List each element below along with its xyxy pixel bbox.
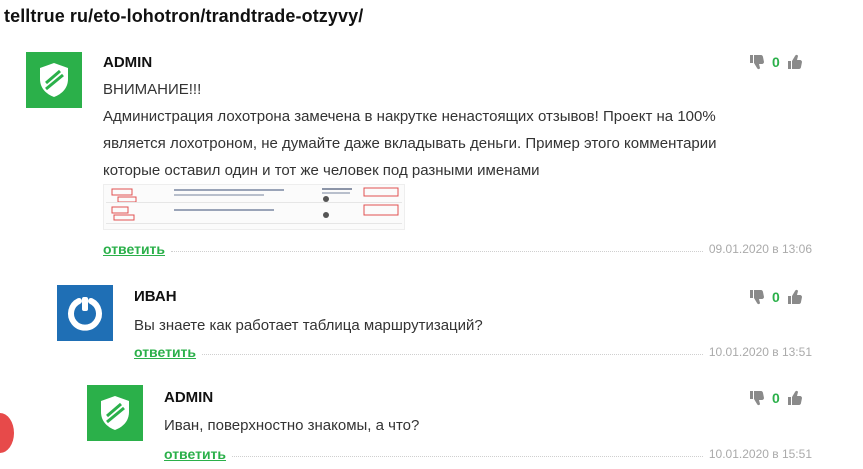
avatar <box>26 52 82 108</box>
divider <box>171 250 703 252</box>
comment-text: ВНИМАНИЕ!!! Администрация лохотрона заме… <box>103 76 803 184</box>
evidence-screenshot[interactable] <box>103 184 405 230</box>
avatar <box>57 285 113 341</box>
comment-date: 10.01.2020 в 15:51 <box>708 447 812 461</box>
thumb-down-icon[interactable] <box>749 289 765 305</box>
comment-rating: 0 <box>749 390 803 406</box>
reply-link[interactable]: ответить <box>134 344 196 360</box>
divider <box>202 353 703 355</box>
power-logo-icon <box>68 297 102 331</box>
comment-text: Иван, поверхностно знакомы, а что? <box>164 412 764 439</box>
comment-text-line: является лохотроном, не думайте даже вкл… <box>103 135 717 152</box>
thumb-down-icon[interactable] <box>749 54 765 70</box>
comment-footer: ответить 10.01.2020 в 13:51 <box>134 344 812 360</box>
reply-link[interactable]: ответить <box>103 241 165 257</box>
comment-text-line: Вы знаете как работает таблица маршрутиз… <box>134 317 483 334</box>
comment-date: 10.01.2020 в 13:51 <box>708 345 812 359</box>
avatar <box>87 385 143 441</box>
thumb-up-icon[interactable] <box>787 54 803 70</box>
comment-text-line: Администрация лохотрона замечена в накру… <box>103 108 716 125</box>
comment-author: ADMIN <box>103 54 153 71</box>
comment-text-line: которые оставил один и тот же человек по… <box>103 162 540 179</box>
thumb-up-icon[interactable] <box>787 390 803 406</box>
divider <box>232 455 703 457</box>
comment-footer: ответить 09.01.2020 в 13:06 <box>103 241 812 257</box>
comment-footer: ответить 10.01.2020 в 15:51 <box>164 446 812 462</box>
page-title: telltrue ru/eto-lohotron/trandtrade-otzy… <box>4 6 364 26</box>
comment-author: ИВАН <box>134 288 177 305</box>
comment-text: Вы знаете как работает таблица маршрутиз… <box>134 312 734 339</box>
comment-rating: 0 <box>749 54 803 70</box>
comment-text-line: Иван, поверхностно знакомы, а что? <box>164 417 420 434</box>
comment-text-line: ВНИМАНИЕ!!! <box>103 81 202 98</box>
rating-count: 0 <box>772 54 780 70</box>
reply-link[interactable]: ответить <box>164 446 226 462</box>
shield-logo-icon <box>40 63 68 97</box>
comment-rating: 0 <box>749 289 803 305</box>
comment-date: 09.01.2020 в 13:06 <box>708 242 812 256</box>
comment-author: ADMIN <box>164 389 214 406</box>
evidence-screenshot-image <box>106 187 402 224</box>
thumb-down-icon[interactable] <box>749 390 765 406</box>
shield-logo-icon <box>101 396 129 430</box>
thumb-up-icon[interactable] <box>787 289 803 305</box>
rating-count: 0 <box>772 390 780 406</box>
floating-action-button[interactable] <box>0 413 14 453</box>
rating-count: 0 <box>772 289 780 305</box>
